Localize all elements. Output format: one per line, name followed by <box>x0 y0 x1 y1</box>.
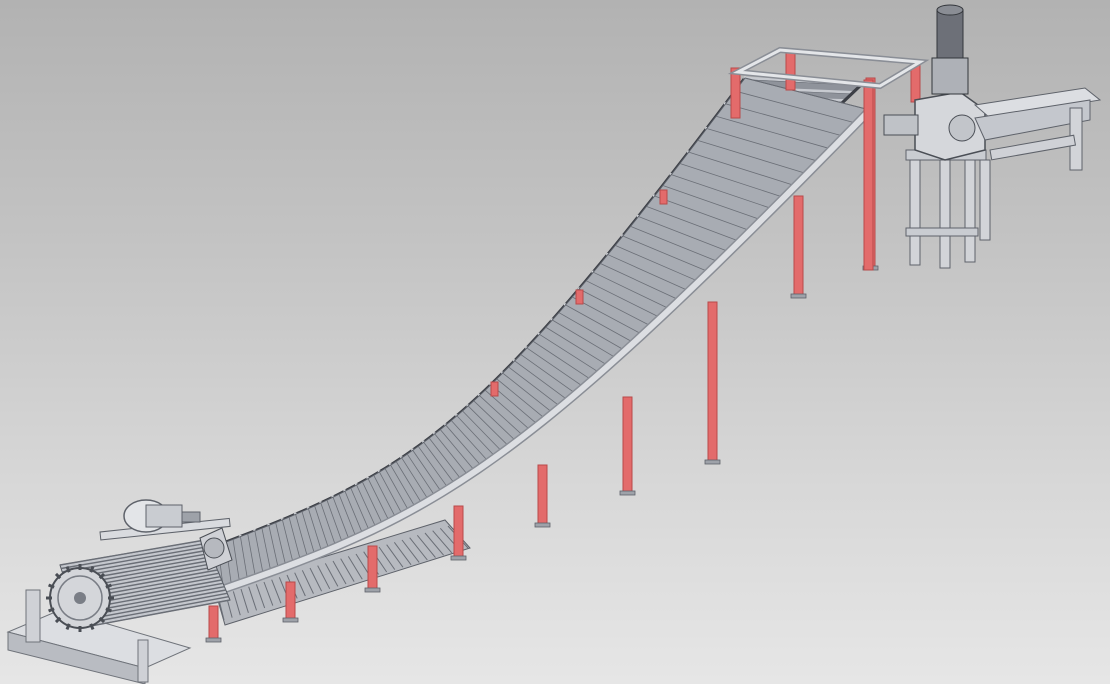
sprocket-tooth <box>48 607 55 613</box>
rail-bracket <box>490 381 499 397</box>
support-leg <box>793 195 804 297</box>
sprocket-tooth <box>65 566 71 573</box>
support-leg <box>285 581 296 621</box>
rail-bracket <box>659 189 668 205</box>
head-post <box>730 67 741 119</box>
sprocket-tooth <box>105 583 112 589</box>
support-leg <box>367 545 378 591</box>
leg-foot <box>450 555 467 561</box>
cad-viewport <box>0 0 1110 684</box>
support-leg <box>453 505 464 559</box>
leg-foot <box>534 522 551 528</box>
leg-foot <box>619 490 636 496</box>
leg-foot <box>704 459 721 465</box>
gearbox-stand <box>905 149 987 269</box>
conveyor-render <box>6 4 1102 684</box>
tail-base-leg <box>137 639 149 683</box>
support-leg <box>707 301 718 463</box>
support-leg <box>622 396 633 494</box>
head-frame-extension <box>973 87 1102 241</box>
sprocket-tooth <box>105 607 112 613</box>
tail-section <box>6 499 233 684</box>
sprocket-tooth <box>89 566 95 573</box>
leg-foot <box>282 617 299 623</box>
gearbox-icon <box>883 91 986 161</box>
drive-motor-icon <box>931 4 969 95</box>
leg-foot <box>205 637 222 643</box>
support-leg <box>208 605 219 641</box>
tail-base-leg-left <box>25 589 41 643</box>
head-post <box>863 79 874 271</box>
sprocket-icon <box>46 564 114 632</box>
head-post <box>785 49 796 91</box>
leg-foot <box>364 587 381 593</box>
support-leg <box>537 464 548 526</box>
sprocket-tooth <box>54 572 62 580</box>
sprocket-tooth <box>89 623 95 630</box>
leg-foot <box>790 293 807 299</box>
rail-bracket <box>575 289 584 305</box>
sprocket-tooth <box>65 623 71 630</box>
sprocket-tooth <box>48 583 55 589</box>
